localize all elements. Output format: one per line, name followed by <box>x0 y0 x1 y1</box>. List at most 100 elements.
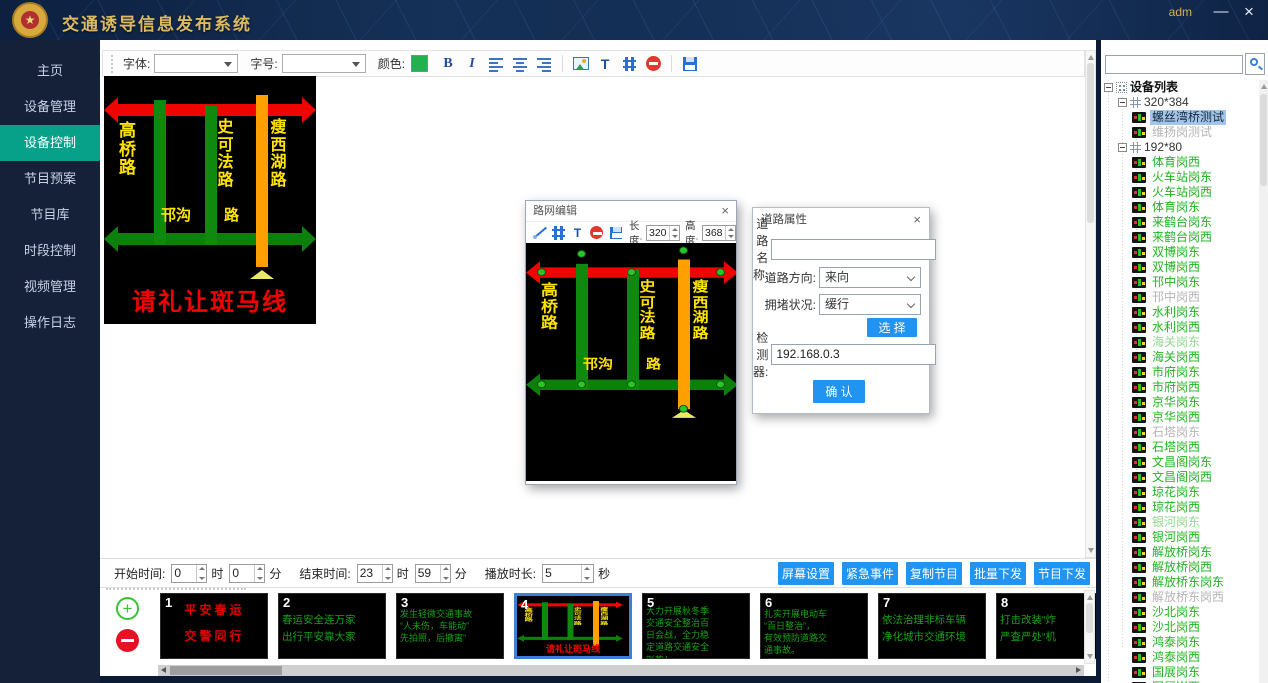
length-spinner[interactable]: 320 <box>646 225 680 241</box>
font-size-select[interactable] <box>282 54 366 73</box>
spinner-arrows[interactable] <box>581 565 591 582</box>
frame-thumbnail-3[interactable]: 3 发生轻微交通事故 “人未伤，车能动” 先拍照，后撤离” <box>396 593 504 659</box>
scrollbar-thumb[interactable] <box>170 666 282 675</box>
scroll-right-icon[interactable] <box>1076 667 1081 673</box>
collapse-icon[interactable] <box>1104 83 1113 92</box>
scroll-down-icon[interactable] <box>1087 654 1093 659</box>
scroll-up-icon[interactable] <box>1261 84 1267 89</box>
frame-thumbnail-4-selected[interactable]: 4 高桥路 史可法路 瘦西湖路 <box>514 593 632 659</box>
dialog-close-button[interactable]: × <box>721 201 729 221</box>
device-item[interactable]: 银河岗西 <box>1101 530 1259 545</box>
spinner-arrows[interactable] <box>196 565 206 582</box>
duration-spinner[interactable]: 5 <box>542 564 594 583</box>
canvas-vertical-scrollbar[interactable] <box>1085 50 1096 558</box>
control-handle[interactable] <box>716 268 725 276</box>
device-item[interactable]: 文昌阁岗西 <box>1101 470 1259 485</box>
device-item[interactable]: 邗中岗东 <box>1101 275 1259 290</box>
device-item[interactable]: 京华岗东 <box>1101 395 1259 410</box>
device-search-input[interactable] <box>1105 55 1243 74</box>
scrollbar-thumb[interactable] <box>1086 603 1093 633</box>
road-label-right[interactable]: 瘦西湖路 <box>692 280 709 341</box>
bold-button[interactable]: B <box>438 54 458 74</box>
road-label-middle[interactable]: 史可法路 <box>639 280 656 341</box>
font-select[interactable] <box>154 54 238 73</box>
device-item[interactable]: 鸿泰岗西 <box>1101 650 1259 665</box>
align-center-button[interactable] <box>510 54 530 74</box>
scroll-left-icon[interactable] <box>161 667 166 673</box>
device-item[interactable]: 解放桥岗东 <box>1101 545 1259 560</box>
device-item[interactable]: 石塔岗西 <box>1101 440 1259 455</box>
frame-thumbnail-8[interactable]: 8 打击改装“炸 严查严处“机 <box>996 593 1096 659</box>
device-item[interactable]: 水利岗西 <box>1101 320 1259 335</box>
strip-vertical-scrollbar[interactable] <box>1084 590 1095 664</box>
control-handle[interactable] <box>537 268 546 276</box>
control-handle[interactable] <box>679 246 688 254</box>
collapse-icon[interactable] <box>1118 98 1127 107</box>
spinner-arrows[interactable] <box>254 565 264 582</box>
strip-horizontal-scrollbar[interactable] <box>158 665 1084 676</box>
device-item[interactable]: 螺丝湾桥测试 <box>1101 110 1259 125</box>
device-item[interactable]: 双博岗东 <box>1101 245 1259 260</box>
control-handle[interactable] <box>537 380 546 388</box>
toolbar-grip[interactable] <box>111 55 115 73</box>
scroll-up-icon[interactable] <box>1087 595 1093 600</box>
start-hour-spinner[interactable]: 0 <box>171 564 207 583</box>
collapse-icon[interactable] <box>1118 143 1127 152</box>
device-item[interactable]: 解放桥东岗西 <box>1101 590 1259 605</box>
remove-frame-button[interactable] <box>116 629 139 652</box>
device-item[interactable]: 双博岗西 <box>1101 260 1259 275</box>
device-item[interactable]: 火车站岗西 <box>1101 185 1259 200</box>
tree-group-320x384[interactable]: 320*384 <box>1101 95 1259 110</box>
sidebar-item[interactable]: 节目预案 <box>0 161 100 197</box>
road-label-bottom-right[interactable]: 路 <box>646 354 661 372</box>
device-item[interactable]: 来鹤台岗西 <box>1101 230 1259 245</box>
window-close-button[interactable]: × <box>1238 2 1260 22</box>
device-search-button[interactable] <box>1245 53 1265 75</box>
frame-thumbnail-2[interactable]: 2 春运安全连万家 出行平安靠大家 <box>278 593 386 659</box>
action-button[interactable]: 节目下发 <box>1034 562 1090 585</box>
device-item[interactable]: 国展岗东 <box>1101 665 1259 680</box>
end-hour-spinner[interactable]: 23 <box>357 564 393 583</box>
device-item[interactable]: 海关岗东 <box>1101 335 1259 350</box>
add-road-button[interactable] <box>550 224 567 241</box>
italic-button[interactable]: I <box>462 54 482 74</box>
device-item[interactable]: 鸿泰岗东 <box>1101 635 1259 650</box>
device-item[interactable]: 维扬岗测试 <box>1101 125 1259 140</box>
action-button[interactable]: 批量下发 <box>970 562 1026 585</box>
control-handle[interactable] <box>577 250 586 258</box>
spinner-arrows[interactable] <box>382 565 392 582</box>
dialog-close-button[interactable]: × <box>913 208 921 232</box>
action-button[interactable]: 紧急事件 <box>842 562 898 585</box>
road-network-button[interactable] <box>619 54 639 74</box>
road-direction-select[interactable]: 来向 <box>819 267 921 288</box>
scroll-down-icon[interactable] <box>1088 548 1094 553</box>
device-item[interactable]: 火车站岗东 <box>1101 170 1259 185</box>
device-item[interactable]: 琼花岗西 <box>1101 500 1259 515</box>
device-item[interactable]: 解放桥东岗东 <box>1101 575 1259 590</box>
device-item[interactable]: 沙北岗西 <box>1101 620 1259 635</box>
select-detector-button[interactable]: 选 择 <box>867 318 917 337</box>
insert-text-button[interactable]: T <box>595 54 615 74</box>
device-item[interactable]: 市府岗西 <box>1101 380 1259 395</box>
insert-image-button[interactable] <box>571 54 591 74</box>
add-text-button[interactable]: T <box>569 224 586 241</box>
height-spinner[interactable]: 368 <box>702 225 736 241</box>
scrollbar-thumb[interactable] <box>1087 63 1094 223</box>
start-minute-spinner[interactable]: 0 <box>229 564 265 583</box>
congestion-select[interactable]: 缓行 <box>819 294 921 315</box>
delete-button[interactable] <box>643 54 663 74</box>
control-handle[interactable] <box>627 268 636 276</box>
tree-scrollbar[interactable] <box>1259 80 1268 683</box>
middle-road-bar[interactable] <box>627 269 639 390</box>
tree-root[interactable]: 设备列表 <box>1101 80 1259 95</box>
device-item[interactable]: 来鹤台岗东 <box>1101 215 1259 230</box>
road-label-left[interactable]: 高桥路 <box>540 283 559 332</box>
frame-thumbnail-7[interactable]: 7 依法治理非标车辆 净化城市交通环境 <box>878 593 986 659</box>
led-preview[interactable]: 高桥路 史可法路 瘦西湖路 邗沟 路 请礼让斑马线 <box>104 76 316 324</box>
device-item[interactable]: 沙北岗东 <box>1101 605 1259 620</box>
minimize-button[interactable]: — <box>1210 2 1232 22</box>
editor-canvas[interactable]: 高桥路 史可法路 瘦西湖路 邗沟 路 <box>526 243 736 481</box>
sidebar-item[interactable]: 视频管理 <box>0 269 100 305</box>
sidebar-item[interactable]: 节目库 <box>0 197 100 233</box>
scroll-up-icon[interactable] <box>1088 55 1094 60</box>
